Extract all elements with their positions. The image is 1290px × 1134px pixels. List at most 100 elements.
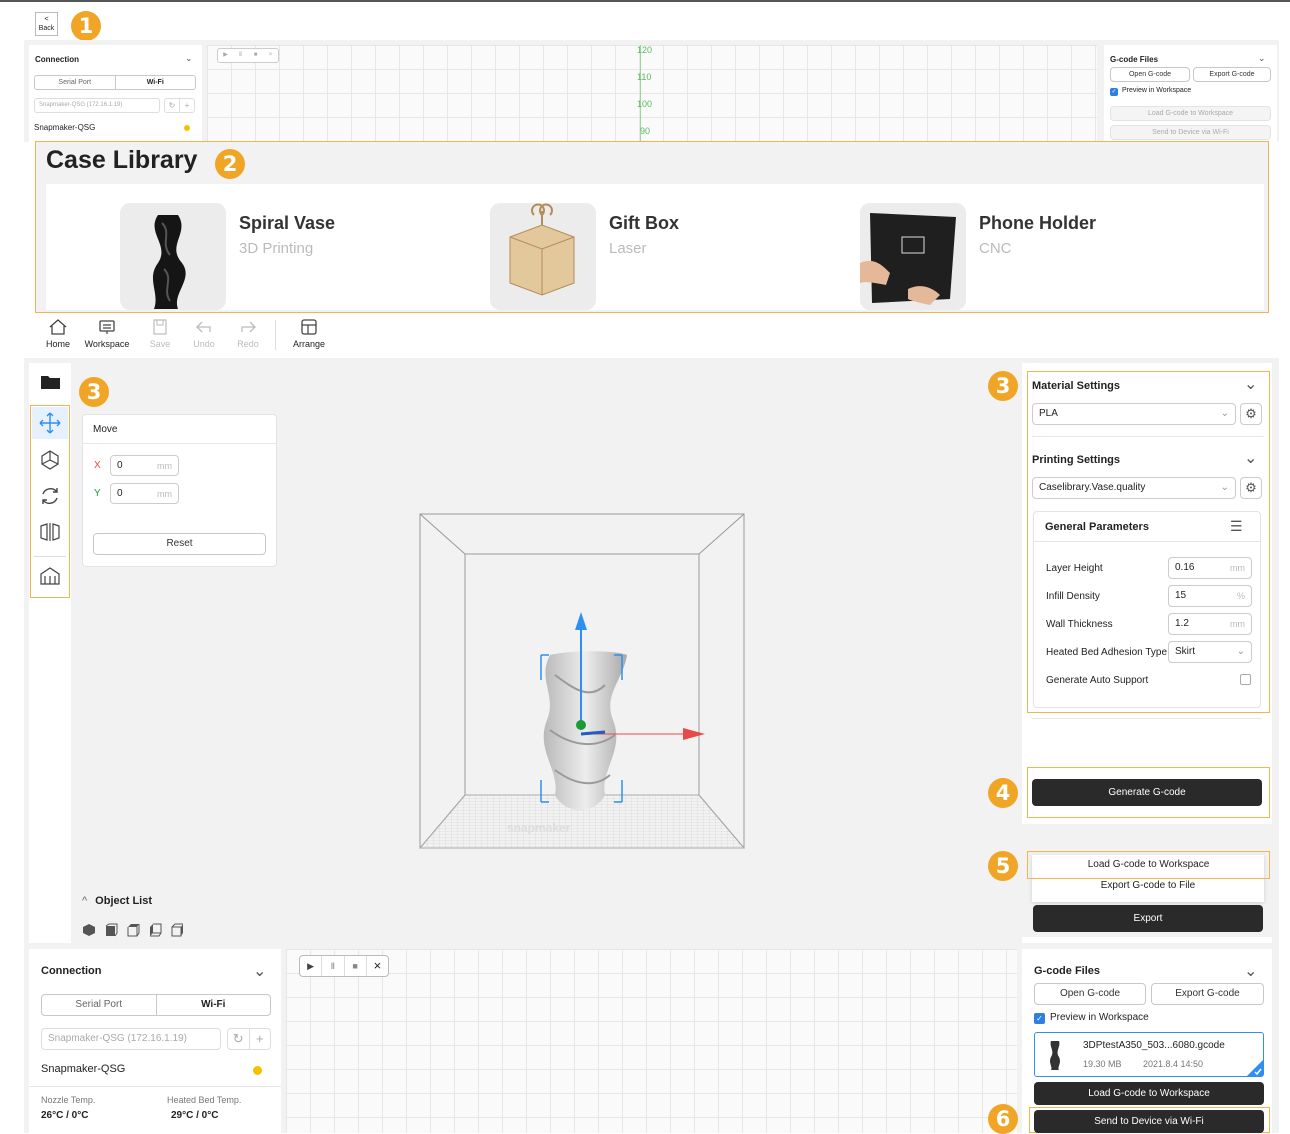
close-icon[interactable]: × <box>365 956 388 976</box>
stop-icon[interactable]: ■ <box>248 49 263 62</box>
undo-icon <box>196 321 211 333</box>
y-label: Y <box>94 488 101 499</box>
case-name[interactable]: Phone Holder <box>979 213 1096 234</box>
checkbox-checked-icon[interactable]: ✓ <box>1110 88 1118 96</box>
material-settings-title: Material Settings <box>1032 380 1121 392</box>
back-button[interactable]: < Back <box>35 12 58 36</box>
printing-gear-icon[interactable]: ⚙ <box>1240 477 1262 499</box>
main-toolbar: Home Workspace Save Undo Redo Arrange <box>24 314 1279 358</box>
tab-wifi[interactable]: Wi-Fi <box>157 995 271 1015</box>
adhesion-select[interactable]: Skirt ⌄ <box>1168 641 1252 663</box>
refresh-icon[interactable]: ↻ <box>165 99 179 112</box>
stop-icon[interactable]: ■ <box>343 956 366 976</box>
generate-gcode-button[interactable]: Generate G-code <box>1032 779 1262 806</box>
right-view-icon[interactable] <box>170 923 184 937</box>
add-icon[interactable]: + <box>179 99 194 112</box>
top-connection-panel: Connection ⌄ Serial Port Wi-Fi Snapmaker… <box>29 45 202 142</box>
y-input[interactable]: 0 mm <box>110 483 179 504</box>
chevron-down-icon[interactable]: ⌄ <box>1244 374 1257 394</box>
tab-serial-port[interactable]: Serial Port <box>42 995 157 1015</box>
add-icon[interactable]: + <box>248 1029 271 1049</box>
step-badge-3: 3 <box>79 377 109 407</box>
send-wifi-button[interactable]: Send to Device via Wi-Fi <box>1034 1110 1264 1133</box>
reset-button[interactable]: Reset <box>93 533 266 555</box>
tool-divider <box>34 556 66 557</box>
gcode-file-date: 2021.8.4 14:50 <box>1143 1059 1204 1069</box>
export-gcode-button[interactable]: Export G-code <box>1193 67 1271 82</box>
load-gcode-button[interactable]: Load G-code to Workspace <box>1034 1082 1264 1105</box>
rotate-tool[interactable] <box>32 480 68 512</box>
export-gcode-button[interactable]: Export G-code <box>1151 983 1264 1005</box>
case-name[interactable]: Spiral Vase <box>239 213 335 234</box>
device-select[interactable]: Snapmaker-QSG (172.16.1.19) <box>41 1028 221 1050</box>
top-border <box>0 0 1290 2</box>
select-chevron-icon: ⌄ <box>1220 408 1229 419</box>
left-view-icon[interactable] <box>148 923 162 937</box>
gcode-title: G-code Files <box>1110 55 1159 64</box>
panel-divider <box>29 1086 281 1087</box>
param-auto-support: Generate Auto Support <box>1046 669 1251 691</box>
printing-select[interactable]: Caselibrary.Vase.quality ⌄ <box>1032 477 1236 499</box>
export-button[interactable]: Export <box>1033 905 1263 932</box>
send-wifi-button[interactable]: Send to Device via Wi-Fi <box>1110 125 1271 140</box>
scale-tool[interactable] <box>32 444 68 476</box>
case-thumbnail-spiral-vase[interactable] <box>120 203 226 310</box>
bottom-connection-panel: Connection ⌄ Serial Port Wi-Fi Snapmaker… <box>29 949 281 1133</box>
close-icon[interactable]: × <box>263 49 278 62</box>
wall-thickness-input[interactable]: 1.2 mm <box>1168 613 1252 635</box>
gcode-title: G-code Files <box>1034 965 1101 977</box>
home-icon <box>49 319 67 335</box>
object-list-header[interactable]: ^ Object List <box>82 895 152 907</box>
redo-button[interactable]: Redo <box>234 318 262 349</box>
undo-button[interactable]: Undo <box>190 318 218 349</box>
chevron-down-icon[interactable]: ⌄ <box>253 961 266 981</box>
ruler-tick: 120 <box>637 45 653 55</box>
checkbox-checked-icon[interactable]: ✓ <box>1034 1013 1045 1024</box>
chevron-down-icon[interactable]: ⌄ <box>1244 448 1257 468</box>
tab-serial-port[interactable]: Serial Port <box>35 76 116 89</box>
arrange-button[interactable]: Arrange <box>290 318 328 349</box>
pause-icon[interactable]: Ⅱ <box>233 49 248 62</box>
material-select[interactable]: PLA ⌄ <box>1032 403 1236 425</box>
load-to-workspace-menu-item[interactable]: Load G-code to Workspace <box>1027 851 1270 879</box>
case-library-title: Case Library <box>46 146 198 174</box>
material-gear-icon[interactable]: ⚙ <box>1240 403 1262 425</box>
open-gcode-button[interactable]: Open G-code <box>1034 983 1146 1005</box>
layer-height-input[interactable]: 0.16 mm <box>1168 557 1252 579</box>
open-gcode-button[interactable]: Open G-code <box>1110 67 1190 82</box>
iso-view-icon[interactable] <box>82 923 96 937</box>
save-button[interactable]: Save <box>146 318 174 349</box>
workspace-button[interactable]: Workspace <box>82 318 132 349</box>
refresh-icon[interactable]: ↻ <box>228 1029 249 1049</box>
tab-wifi[interactable]: Wi-Fi <box>116 76 196 89</box>
x-input[interactable]: 0 mm <box>110 455 179 476</box>
mirror-tool[interactable] <box>32 516 68 548</box>
front-view-icon[interactable] <box>104 923 118 937</box>
move-tool[interactable] <box>32 407 68 439</box>
case-type: 3D Printing <box>239 240 314 257</box>
auto-support-checkbox[interactable] <box>1240 674 1251 685</box>
pause-icon[interactable]: Ⅱ <box>321 956 343 976</box>
export-to-file-menu-item[interactable]: Export G-code to File <box>1032 880 1264 896</box>
gcode-file-item[interactable]: 3DPtestA350_503...6080.gcode 19.30 MB 20… <box>1034 1032 1264 1077</box>
case-name[interactable]: Gift Box <box>609 213 679 234</box>
menu-icon[interactable]: ☰ <box>1230 518 1243 535</box>
support-tool[interactable] <box>32 560 68 592</box>
open-folder-icon[interactable] <box>40 373 62 394</box>
case-thumbnail-gift-box[interactable] <box>490 203 596 310</box>
load-gcode-button[interactable]: Load G-code to Workspace <box>1110 106 1271 121</box>
top-view-icon[interactable] <box>126 923 140 937</box>
case-library-panel: Case Library 2 Spiral Vase 3D Printing G… <box>35 141 1269 313</box>
home-button[interactable]: Home <box>44 318 72 349</box>
chevron-down-icon[interactable]: ⌄ <box>1258 53 1266 64</box>
chevron-down-icon[interactable]: ⌄ <box>185 53 193 64</box>
infill-density-input[interactable]: 15% <box>1168 585 1252 607</box>
case-thumbnail-phone-holder[interactable] <box>860 203 966 310</box>
chevron-down-icon[interactable]: ⌄ <box>1244 961 1257 981</box>
device-name: Snapmaker-QSG <box>41 1063 126 1075</box>
play-icon[interactable]: ▶ <box>300 956 321 976</box>
bed-temp-value: 29°C / 0°C <box>171 1110 219 1121</box>
param-adhesion-type: Heated Bed Adhesion Type Skirt ⌄ <box>1046 641 1252 663</box>
device-select[interactable]: Snapmaker-QSG (172.16.1.19) <box>34 98 160 113</box>
play-icon[interactable]: ▶ <box>218 49 233 62</box>
